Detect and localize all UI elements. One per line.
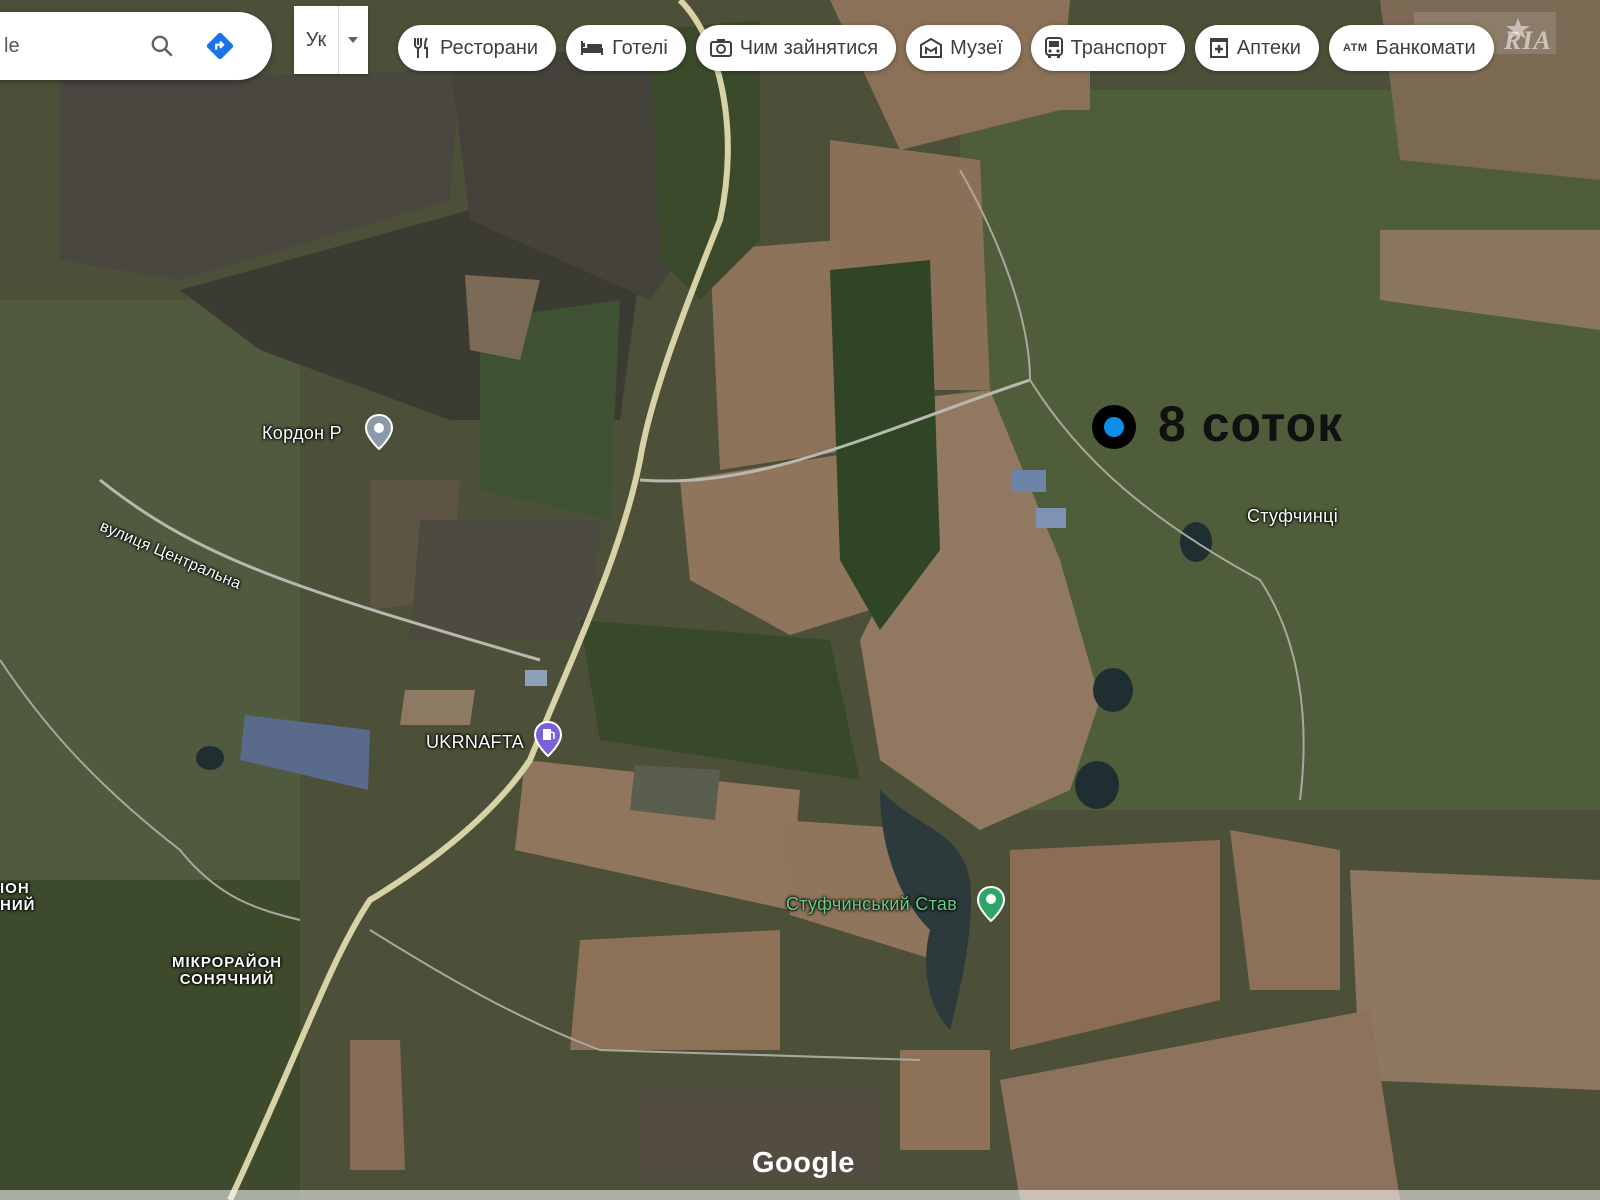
chip-transport-label: Транспорт	[1070, 36, 1167, 59]
location-marker-dot	[1104, 417, 1124, 437]
kordon-place-pin-icon[interactable]	[364, 413, 394, 451]
place-label-stufchynskyi-stav[interactable]: Стуфчинський Став	[786, 894, 957, 915]
district-label-line1: МІКРОРАЙОН	[172, 954, 283, 971]
partial-district-label: ІОН НИЙ	[0, 880, 35, 914]
search-button[interactable]	[140, 24, 184, 68]
chip-transport[interactable]: Транспорт	[1030, 25, 1185, 71]
atm-icon: ATM	[1342, 42, 1368, 54]
chip-restaurants[interactable]: Ресторани	[398, 25, 557, 71]
plot-size-label: 8 соток	[1158, 396, 1344, 452]
google-logo: Google	[752, 1147, 855, 1179]
district-label-line2: СОНЯЧНИЙ	[179, 971, 275, 988]
chevron-down-icon[interactable]	[338, 6, 367, 74]
satellite-map[interactable]: Кордон Р UKRNAFTA Стуфчинський Став Стуф…	[0, 0, 1600, 1200]
gas-station-pin-icon[interactable]	[533, 720, 563, 758]
camera-icon	[709, 39, 732, 57]
chip-pharmacies[interactable]: Аптеки	[1194, 25, 1319, 71]
language-code: Ук	[305, 28, 327, 51]
fork-knife-icon	[414, 37, 428, 58]
bed-icon	[581, 41, 604, 55]
chip-things-to-do[interactable]: Чим зайнятися	[695, 25, 897, 71]
search-box	[0, 12, 272, 80]
pharmacy-icon	[1209, 38, 1228, 58]
chip-atms-label: Банкомати	[1375, 36, 1476, 59]
place-label-stufchyntsi[interactable]: Стуфчинці	[1247, 506, 1338, 527]
chip-hotels-label: Готелі	[612, 36, 668, 59]
chip-atms[interactable]: ATM Банкомати	[1328, 25, 1494, 71]
bus-icon	[1044, 37, 1063, 58]
park-pin-icon[interactable]	[976, 885, 1006, 923]
place-label-kordon[interactable]: Кордон Р	[262, 423, 342, 444]
location-marker-icon[interactable]	[1092, 405, 1136, 449]
chip-restaurants-label: Ресторани	[440, 36, 539, 59]
search-input[interactable]	[2, 33, 126, 59]
chip-things-to-do-label: Чим зайнятися	[739, 36, 879, 59]
chip-museums[interactable]: Музеї	[906, 25, 1021, 71]
partial-district-line1: ІОН	[0, 880, 30, 897]
watermark-text: RIA	[1504, 26, 1552, 55]
search-icon	[151, 35, 173, 57]
partial-district-line2: НИЙ	[0, 897, 36, 914]
directions-button[interactable]	[198, 24, 242, 68]
district-label[interactable]: МІКРОРАЙОН СОНЯЧНИЙ	[172, 954, 282, 988]
category-chips: Ресторани Готелі Чим зайнятися Музеї Тра…	[398, 25, 1494, 71]
place-label-ukrnafta[interactable]: UKRNAFTA	[426, 732, 524, 753]
satellite-imagery	[0, 0, 1600, 1200]
chip-hotels[interactable]: Готелі	[566, 25, 686, 71]
language-selector[interactable]: Ук	[294, 6, 368, 74]
attribution-bar	[0, 1190, 1600, 1200]
chip-pharmacies-label: Аптеки	[1236, 36, 1301, 59]
chip-museums-label: Музеї	[950, 36, 1003, 59]
directions-icon	[206, 32, 234, 60]
museum-icon	[920, 38, 943, 58]
